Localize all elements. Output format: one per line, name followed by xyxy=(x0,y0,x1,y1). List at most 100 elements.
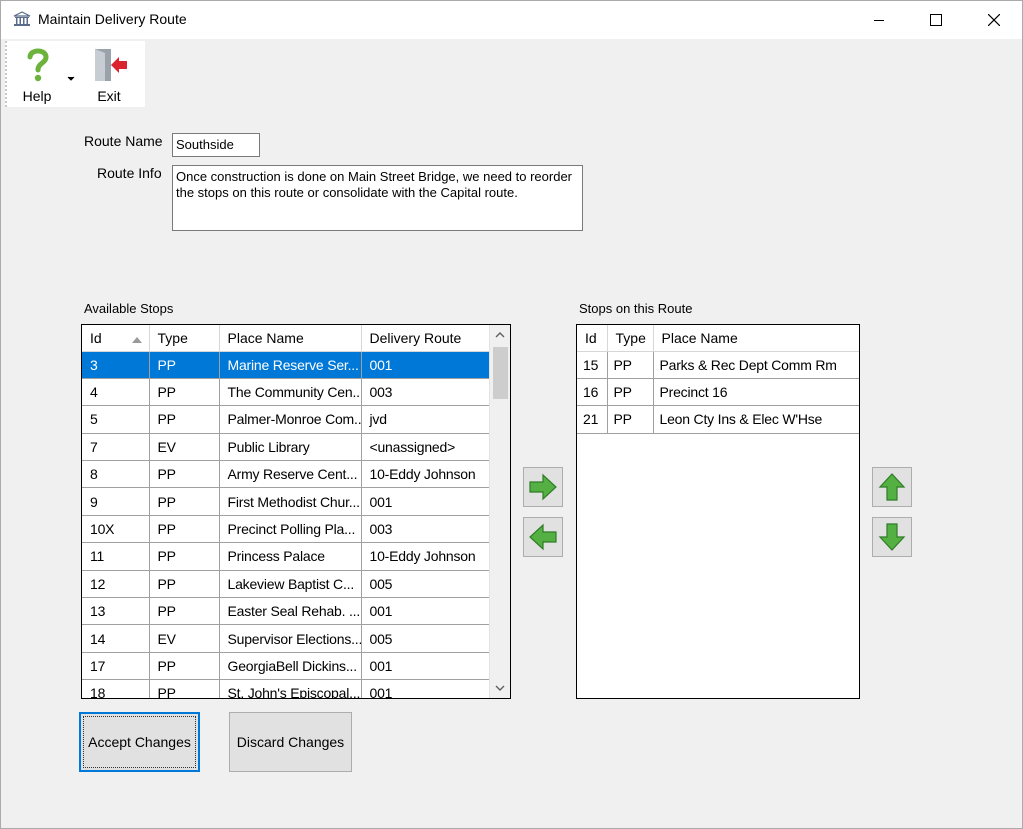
cell-id[interactable]: 5 xyxy=(82,405,150,434)
cell-place-name[interactable]: Precinct Polling Pla... xyxy=(219,515,362,544)
table-row[interactable]: 15 PP Parks & Rec Dept Comm Rm xyxy=(577,351,859,379)
column-header-place-name[interactable]: Place Name xyxy=(653,325,859,352)
cell-id[interactable]: 9 xyxy=(82,487,150,516)
maximize-button[interactable] xyxy=(913,1,959,39)
table-row[interactable]: 17 PP GeorgiaBell Dickins... 001 xyxy=(82,652,491,681)
cell-type[interactable]: PP xyxy=(607,378,654,407)
scrollbar-thumb[interactable] xyxy=(493,347,508,399)
cell-place-name[interactable]: Easter Seal Rehab. ... xyxy=(219,597,362,626)
table-row[interactable]: 5 PP Palmer-Monroe Com... jvd xyxy=(82,405,491,434)
cell-id[interactable]: 4 xyxy=(82,378,150,407)
table-row[interactable]: 18 PP St. John's Episcopal... 001 xyxy=(82,679,491,698)
route-stops-grid[interactable]: Id Type Place Name 15 PP Parks & Rec Dept … xyxy=(576,324,860,699)
cell-id[interactable]: 13 xyxy=(82,597,150,626)
cell-id[interactable]: 8 xyxy=(82,460,150,489)
cell-type[interactable]: PP xyxy=(607,405,654,434)
cell-delivery-route[interactable]: 001 xyxy=(361,597,491,626)
cell-type[interactable]: EV xyxy=(149,433,220,462)
cell-place-name[interactable]: St. John's Episcopal... xyxy=(219,679,362,698)
move-down-button[interactable] xyxy=(872,517,912,557)
cell-type[interactable]: EV xyxy=(149,624,220,653)
cell-id[interactable]: 18 xyxy=(82,679,150,698)
cell-place-name[interactable]: Army Reserve Cent... xyxy=(219,460,362,489)
table-row[interactable]: 4 PP The Community Cen... 003 xyxy=(82,378,491,407)
add-stop-button[interactable] xyxy=(523,467,563,507)
cell-place-name[interactable]: Marine Reserve Ser... xyxy=(219,351,362,379)
cell-delivery-route[interactable]: 001 xyxy=(361,679,491,698)
cell-place-name[interactable]: Parks & Rec Dept Comm Rm xyxy=(653,351,859,379)
column-header-place-name[interactable]: Place Name xyxy=(219,325,362,352)
cell-type[interactable]: PP xyxy=(149,405,220,434)
route-name-field[interactable]: Southside xyxy=(172,133,260,157)
cell-id[interactable]: 10X xyxy=(82,515,150,544)
cell-delivery-route[interactable]: 001 xyxy=(361,652,491,681)
cell-type[interactable]: PP xyxy=(149,378,220,407)
cell-place-name[interactable]: Lakeview Baptist C... xyxy=(219,570,362,599)
cell-type[interactable]: PP xyxy=(149,679,220,698)
cell-id[interactable]: 3 xyxy=(82,351,150,379)
table-row[interactable]: 10X PP Precinct Polling Pla... 003 xyxy=(82,515,491,544)
scroll-up-button[interactable] xyxy=(490,325,510,345)
table-row[interactable]: 9 PP First Methodist Chur... 001 xyxy=(82,487,491,516)
move-up-button[interactable] xyxy=(872,467,912,507)
cell-id[interactable]: 14 xyxy=(82,624,150,653)
table-row[interactable]: 13 PP Easter Seal Rehab. ... 001 xyxy=(82,597,491,626)
cell-type[interactable]: PP xyxy=(149,597,220,626)
cell-place-name[interactable]: GeorgiaBell Dickins... xyxy=(219,652,362,681)
column-header-id[interactable]: Id xyxy=(577,325,608,352)
cell-id[interactable]: 12 xyxy=(82,570,150,599)
cell-id[interactable]: 11 xyxy=(82,542,150,571)
cell-delivery-route[interactable]: 001 xyxy=(361,487,491,516)
available-stops-grid[interactable]: Id Type Place Name Delivery Route 3 PP Mar… xyxy=(81,324,511,699)
table-row[interactable]: 3 PP Marine Reserve Ser... 001 xyxy=(82,351,491,379)
column-header-delivery-route[interactable]: Delivery Route xyxy=(361,325,491,352)
cell-place-name[interactable]: Leon Cty Ins & Elec W'Hse xyxy=(653,405,859,434)
cell-type[interactable]: PP xyxy=(607,351,654,379)
discard-changes-button[interactable]: Discard Changes xyxy=(229,712,352,772)
cell-id[interactable]: 7 xyxy=(82,433,150,462)
cell-id[interactable]: 21 xyxy=(577,405,608,434)
table-row[interactable]: 7 EV Public Library <unassigned> xyxy=(82,433,491,462)
cell-type[interactable]: PP xyxy=(149,542,220,571)
cell-id[interactable]: 15 xyxy=(577,351,608,379)
cell-type[interactable]: PP xyxy=(149,652,220,681)
minimize-button[interactable] xyxy=(856,1,902,39)
cell-type[interactable]: PP xyxy=(149,460,220,489)
cell-place-name[interactable]: First Methodist Chur... xyxy=(219,487,362,516)
cell-place-name[interactable]: Public Library xyxy=(219,433,362,462)
column-header-type[interactable]: Type xyxy=(607,325,654,352)
cell-place-name[interactable]: Supervisor Elections... xyxy=(219,624,362,653)
cell-place-name[interactable]: Precinct 16 xyxy=(653,378,859,407)
cell-delivery-route[interactable]: 003 xyxy=(361,515,491,544)
cell-delivery-route[interactable]: 003 xyxy=(361,378,491,407)
cell-place-name[interactable]: The Community Cen... xyxy=(219,378,362,407)
help-button[interactable]: Help xyxy=(15,41,59,107)
table-row[interactable]: 12 PP Lakeview Baptist C... 005 xyxy=(82,570,491,599)
cell-delivery-route[interactable]: 10-Eddy Johnson xyxy=(361,460,491,489)
help-dropdown-arrow[interactable] xyxy=(67,70,75,85)
cell-delivery-route[interactable]: 10-Eddy Johnson xyxy=(361,542,491,571)
cell-type[interactable]: PP xyxy=(149,351,220,379)
table-row[interactable]: 11 PP Princess Palace 10-Eddy Johnson xyxy=(82,542,491,571)
cell-delivery-route[interactable]: 005 xyxy=(361,624,491,653)
vertical-scrollbar[interactable] xyxy=(489,325,510,698)
cell-place-name[interactable]: Princess Palace xyxy=(219,542,362,571)
cell-delivery-route[interactable]: <unassigned> xyxy=(361,433,491,462)
cell-delivery-route[interactable]: 005 xyxy=(361,570,491,599)
table-row[interactable]: 14 EV Supervisor Elections... 005 xyxy=(82,624,491,653)
cell-type[interactable]: PP xyxy=(149,487,220,516)
cell-id[interactable]: 17 xyxy=(82,652,150,681)
cell-type[interactable]: PP xyxy=(149,515,220,544)
cell-id[interactable]: 16 xyxy=(577,378,608,407)
cell-delivery-route[interactable]: 001 xyxy=(361,351,491,379)
scroll-down-button[interactable] xyxy=(490,678,510,698)
accept-changes-button[interactable]: Accept Changes xyxy=(79,712,200,772)
cell-delivery-route[interactable]: jvd xyxy=(361,405,491,434)
route-info-field[interactable]: Once construction is done on Main Street… xyxy=(172,165,583,231)
remove-stop-button[interactable] xyxy=(523,517,563,557)
close-button[interactable] xyxy=(971,1,1017,39)
table-row[interactable]: 21 PP Leon Cty Ins & Elec W'Hse xyxy=(577,405,859,434)
column-header-id[interactable]: Id xyxy=(82,325,150,352)
table-row[interactable]: 8 PP Army Reserve Cent... 10-Eddy Johnson xyxy=(82,460,491,489)
column-header-type[interactable]: Type xyxy=(149,325,220,352)
